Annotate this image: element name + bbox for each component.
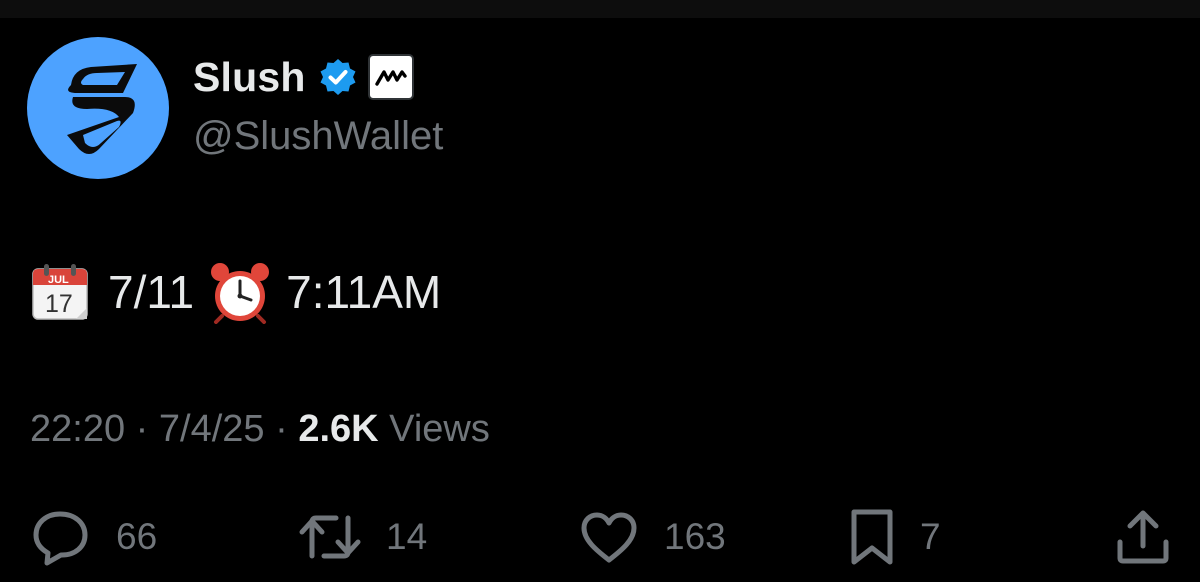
display-name[interactable]: Slush bbox=[193, 54, 306, 101]
views-count[interactable]: 2.6K bbox=[298, 408, 378, 451]
bookmark-count: 7 bbox=[920, 516, 941, 557]
reply-button[interactable]: 66 bbox=[30, 505, 157, 569]
heart-icon bbox=[581, 512, 637, 563]
calendar-icon: JUL 17 bbox=[30, 263, 90, 321]
like-button[interactable]: 163 bbox=[578, 505, 726, 569]
tweet-date-text: 7/11 bbox=[108, 266, 195, 318]
repost-count: 14 bbox=[386, 516, 428, 557]
repost-icon bbox=[299, 515, 361, 559]
calendar-month: JUL bbox=[48, 274, 69, 286]
top-bar bbox=[0, 0, 1200, 18]
avatar[interactable] bbox=[27, 37, 169, 179]
like-count: 163 bbox=[664, 516, 726, 557]
slush-logo-icon bbox=[67, 64, 137, 154]
user-handle[interactable]: @SlushWallet bbox=[193, 114, 443, 159]
calendar-day: 17 bbox=[45, 290, 73, 318]
tweet-meta: 22:20 · 7/4/25 · 2.6K Views bbox=[30, 408, 490, 451]
reply-icon bbox=[33, 511, 88, 566]
meta-separator: · bbox=[264, 408, 299, 450]
alarm-clock-icon bbox=[208, 260, 272, 324]
tweet-text: JUL 17 7/11 7:11AM bbox=[30, 258, 441, 326]
author-name-row: Slush bbox=[193, 50, 414, 104]
verified-badge-icon[interactable] bbox=[318, 57, 358, 97]
tweet-timestamp-date[interactable]: 7/4/25 bbox=[159, 408, 265, 451]
bookmark-icon bbox=[851, 509, 893, 565]
repost-button[interactable]: 14 bbox=[298, 505, 427, 569]
share-icon bbox=[1117, 510, 1169, 564]
reply-count: 66 bbox=[116, 516, 158, 557]
views-label bbox=[379, 408, 390, 451]
share-button[interactable] bbox=[1112, 505, 1174, 569]
views-label[interactable]: Views bbox=[389, 408, 490, 451]
meta-separator: · bbox=[125, 408, 159, 450]
tweet-timestamp-time[interactable]: 22:20 bbox=[30, 408, 125, 451]
action-bar: 66 14 163 7 bbox=[0, 505, 1200, 569]
mysten-affiliate-icon bbox=[367, 54, 414, 100]
tweet-time-text: 7:11AM bbox=[286, 266, 442, 318]
bookmark-button[interactable]: 7 bbox=[848, 505, 941, 569]
